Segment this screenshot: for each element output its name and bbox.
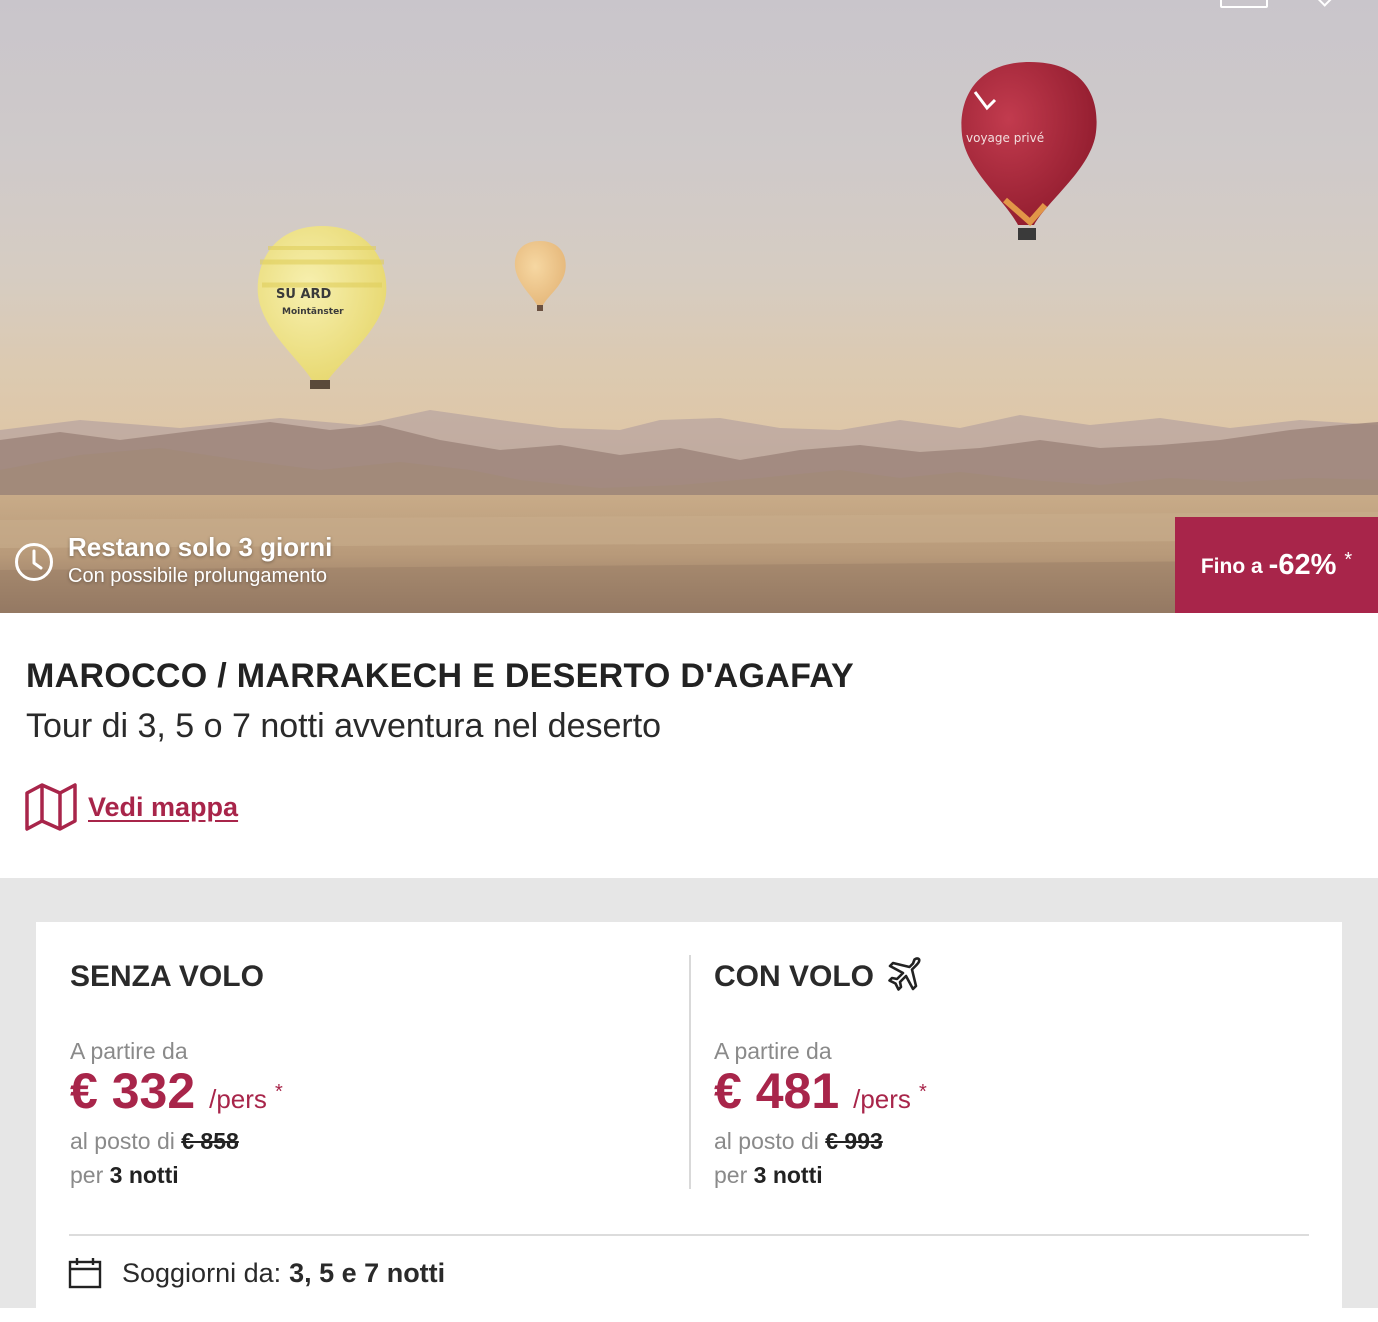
discount-prefix: Fino a (1200, 555, 1263, 578)
nights-prefix: per (70, 1162, 104, 1188)
was-price: € 993 (825, 1128, 883, 1154)
map-icon (25, 783, 77, 831)
card-divider (69, 1234, 1309, 1236)
discount-badge: Fino a -62% * (1175, 517, 1378, 613)
was-prefix: al posto di (70, 1128, 175, 1154)
price-value: € 481 (714, 1063, 840, 1119)
countdown-subtitle: Con possibile prolungamento (68, 565, 328, 587)
stays-row: Soggiorni da: 3, 5 e 7 notti (68, 1256, 445, 1290)
hero-image: SU ARD Mointänster voyage privé Restano (0, 0, 1378, 613)
price-card: SENZA VOLO A partire da € 332 /pers * al… (36, 922, 1342, 1322)
stays-label: Soggiorni da: (122, 1257, 282, 1288)
svg-text:SU ARD: SU ARD (276, 287, 332, 302)
hero-scene: SU ARD Mointänster voyage privé (0, 62, 1378, 613)
countdown: Restano solo 3 giorni Con possibile prol… (14, 530, 332, 588)
column-divider (689, 955, 691, 1189)
with-flight-heading: CON VOLO (714, 960, 875, 993)
offer-info: MAROCCO / MARRAKECH E DESERTO D'AGAFAY T… (0, 613, 1378, 878)
price-star: * (274, 1081, 283, 1103)
view-map-label[interactable]: Vedi mappa (88, 792, 238, 823)
chevron-down-icon[interactable] (1316, 0, 1332, 7)
was-prefix: al posto di (714, 1128, 819, 1154)
from-label: A partire da (714, 1038, 832, 1064)
price-star: * (918, 1081, 927, 1103)
yellow-balloon: SU ARD Mointänster (257, 226, 387, 389)
svg-text:Mointänster: Mointänster (282, 307, 344, 317)
offer-title: MAROCCO / MARRAKECH E DESERTO D'AGAFAY (26, 657, 854, 695)
red-balloon: voyage privé (961, 62, 1097, 240)
without-flight-heading: SENZA VOLO (70, 960, 264, 993)
stays-value: 3, 5 e 7 notti (289, 1257, 446, 1288)
plane-icon (888, 957, 921, 991)
svg-text:voyage privé: voyage privé (966, 131, 1044, 145)
discount-star: * (1344, 548, 1353, 571)
window-icon[interactable] (1220, 0, 1268, 8)
calendar-icon (68, 1258, 102, 1289)
nights-value: 3 notti (109, 1162, 179, 1188)
was-price: € 858 (181, 1128, 239, 1154)
clock-icon (15, 543, 53, 581)
nights-prefix: per (714, 1162, 748, 1188)
orange-balloon (514, 241, 566, 311)
discount-value: -62% (1268, 548, 1337, 581)
countdown-title: Restano solo 3 giorni (68, 532, 333, 562)
from-label: A partire da (70, 1038, 188, 1064)
price-value: € 332 (70, 1063, 196, 1119)
offer-subtitle: Tour di 3, 5 o 7 notti avventura nel des… (26, 707, 662, 745)
price-section: SENZA VOLO A partire da € 332 /pers * al… (0, 878, 1378, 1322)
price-unit: /pers (209, 1084, 267, 1114)
nights-value: 3 notti (753, 1162, 823, 1188)
view-map-link[interactable]: Vedi mappa (24, 781, 238, 833)
price-unit: /pers (853, 1084, 911, 1114)
top-controls (1220, 0, 1332, 8)
